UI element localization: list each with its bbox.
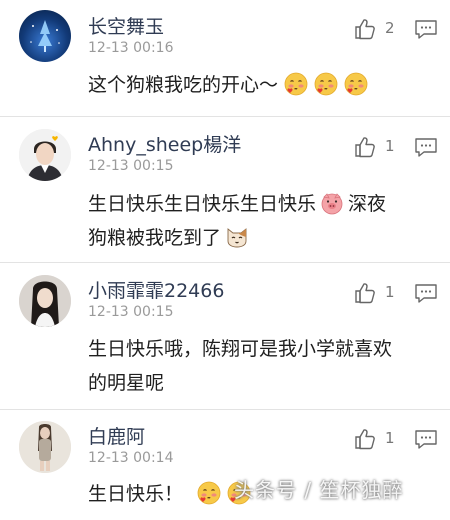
cat-face-icon — [225, 225, 249, 249]
avatar[interactable] — [19, 275, 71, 327]
like-icon[interactable] — [354, 18, 376, 40]
reply-icon[interactable] — [414, 282, 438, 304]
avatar-image — [30, 20, 60, 52]
like-count: 1 — [385, 137, 395, 155]
comment-text-content: 狗粮被我吃到了 — [88, 227, 222, 249]
reply-icon[interactable] — [414, 18, 438, 40]
avatar[interactable] — [19, 129, 71, 181]
comment-text-content: 生日快乐生日快乐生日快乐 — [88, 193, 317, 215]
comment-text-line: 生日快乐哦，陈翔可是我小学就喜欢 — [88, 338, 393, 360]
comment-text: 这个狗粮我吃的开心～ — [88, 68, 428, 102]
comment-text: 生日快乐哦，陈翔可是我小学就喜欢 的明星呢 — [88, 332, 428, 400]
comment-text-line: 生日快乐生日快乐生日快乐 深夜 — [88, 187, 428, 221]
comment-item: 长空舞玉 12-13 00:16 2 这个狗粮我吃的开心～ — [0, 0, 450, 117]
comment-text: 生日快乐生日快乐生日快乐 深夜 狗粮被我吃到了 — [88, 187, 428, 255]
comment-item: Ahny_sheep楊洋 12-13 00:15 1 生日快乐生日快乐生日快乐 深… — [0, 117, 450, 263]
timestamp: 12-13 00:14 — [88, 450, 174, 466]
avatar[interactable] — [19, 421, 71, 473]
blushing-heart-icon — [344, 72, 368, 96]
reply-icon[interactable] — [414, 136, 438, 158]
blushing-heart-icon — [197, 481, 221, 505]
like-count: 2 — [385, 19, 395, 37]
like-icon[interactable] — [354, 282, 376, 304]
timestamp: 12-13 00:15 — [88, 304, 174, 320]
comment-text-content: 这个狗粮我吃的开心～ — [88, 74, 279, 96]
timestamp: 12-13 00:16 — [88, 40, 174, 56]
avatar[interactable] — [19, 10, 71, 62]
comment-text-line: 狗粮被我吃到了 — [88, 221, 428, 255]
like-icon[interactable] — [354, 136, 376, 158]
like-count: 1 — [385, 283, 395, 301]
watermark: 头条号 / 笙杯独醉 — [234, 478, 404, 502]
timestamp: 12-13 00:15 — [88, 158, 174, 174]
avatar-image — [19, 275, 71, 327]
comment-text-content: 深夜 — [348, 193, 387, 215]
comment-text-content: 生日快乐！ — [88, 483, 184, 505]
comment-list: 长空舞玉 12-13 00:16 2 这个狗粮我吃的开心～ Ahny_sheep… — [0, 0, 450, 520]
avatar-image — [19, 421, 71, 473]
like-icon[interactable] — [354, 428, 376, 450]
reply-icon[interactable] — [414, 428, 438, 450]
username[interactable]: 长空舞玉 — [88, 12, 164, 39]
comment-item: 小雨霏霏22466 12-13 00:15 1 生日快乐哦，陈翔可是我小学就喜欢… — [0, 263, 450, 410]
blushing-heart-icon — [314, 72, 338, 96]
comment-item: 白鹿阿 12-13 00:14 1 生日快乐！ — [0, 410, 450, 520]
avatar-image — [19, 129, 71, 181]
username[interactable]: Ahny_sheep楊洋 — [88, 130, 241, 157]
blushing-heart-icon — [284, 72, 308, 96]
username[interactable]: 小雨霏霏22466 — [88, 276, 224, 303]
pig-face-icon — [320, 191, 344, 215]
comment-text-line: 的明星呢 — [88, 372, 165, 394]
username[interactable]: 白鹿阿 — [88, 422, 145, 449]
like-count: 1 — [385, 429, 395, 447]
